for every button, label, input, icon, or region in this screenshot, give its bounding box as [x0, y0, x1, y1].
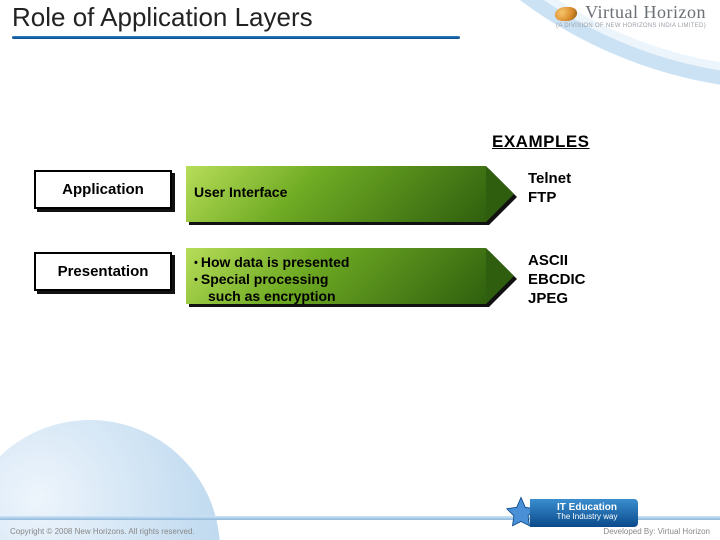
slide: Role of Application Layers Virtual Horiz… [0, 0, 720, 540]
example-item: ASCII [528, 252, 586, 271]
title-underline [12, 36, 460, 39]
desc-line: such as encryption [208, 288, 336, 304]
examples-presentation: ASCII EBCDIC JPEG [528, 252, 586, 308]
example-item: JPEG [528, 290, 586, 309]
badge-line2: The Industry way [540, 513, 634, 522]
layer-box-presentation: Presentation [34, 252, 172, 291]
desc-line: Special processing [201, 271, 329, 287]
examples-heading: EXAMPLES [492, 132, 590, 152]
description-text: •How data is presented •Special processi… [194, 254, 480, 304]
brand-name: Virtual Horizon [585, 2, 706, 22]
brand-logo-icon [553, 7, 577, 21]
example-item: Telnet [528, 170, 571, 189]
examples-application: Telnet FTP [528, 170, 571, 208]
footer: Copyright © 2008 New Horizons. All right… [0, 516, 720, 540]
example-item: FTP [528, 189, 571, 208]
brand-tagline: (A DIVISION OF NEW HORIZONS INDIA LIMITE… [555, 23, 706, 29]
footer-badge: IT Education The Industry way [516, 496, 636, 530]
copyright-text: Copyright © 2008 New Horizons. All right… [10, 527, 195, 536]
content: EXAMPLES Application User Interface Teln… [0, 54, 720, 124]
brand-block: Virtual Horizon (A DIVISION OF NEW HORIZ… [555, 2, 706, 29]
developed-by-text: Developed By: Virtual Horizon [603, 527, 710, 536]
layer-box-application: Application [34, 170, 172, 209]
badge-body: IT Education The Industry way [530, 499, 638, 527]
description-arrow-presentation: •How data is presented •Special processi… [186, 248, 486, 304]
header: Role of Application Layers Virtual Horiz… [0, 0, 720, 54]
desc-line: How data is presented [201, 254, 350, 270]
description-arrow-application: User Interface [186, 166, 486, 222]
example-item: EBCDIC [528, 271, 586, 290]
description-text: User Interface [194, 184, 480, 201]
